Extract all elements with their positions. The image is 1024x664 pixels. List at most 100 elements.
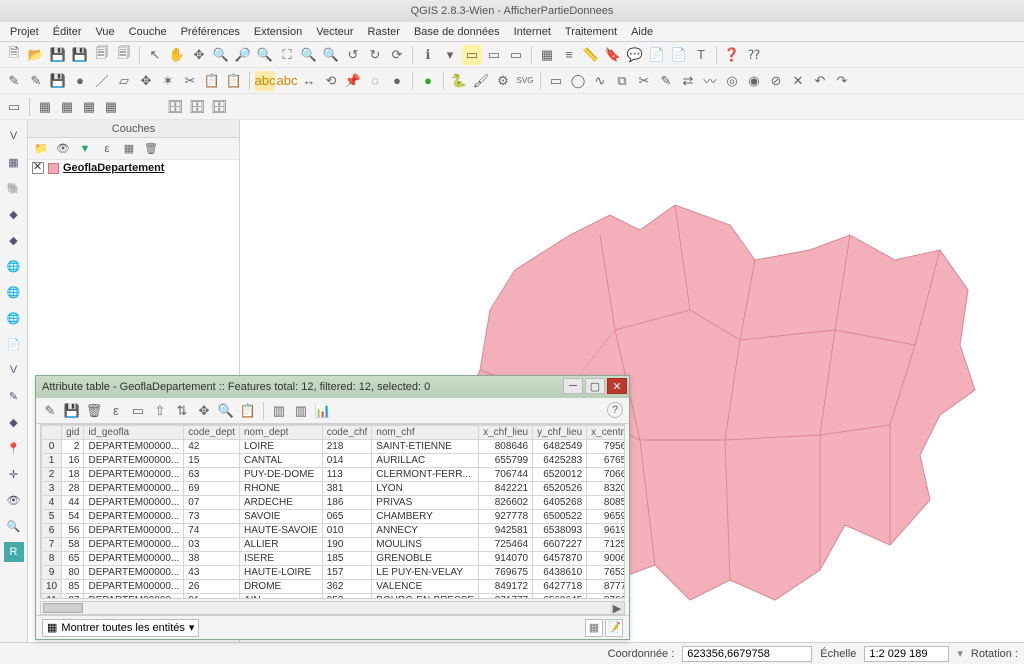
- column-header-code_dept[interactable]: code_dept: [184, 426, 240, 440]
- scroll-right-arrow-icon[interactable]: ▶: [610, 602, 624, 614]
- zoom-selection-icon[interactable]: 🔍: [299, 45, 319, 65]
- cell-code_dept[interactable]: 73: [184, 510, 240, 524]
- zoom-in-icon[interactable]: 🔍: [211, 45, 231, 65]
- db-manager-icon[interactable]: 🗄: [165, 97, 185, 117]
- cell-code_dept[interactable]: 42: [184, 440, 240, 454]
- column-header-code_chf[interactable]: code_chf: [322, 426, 372, 440]
- cell-nom_chf[interactable]: CHAMBERY: [372, 510, 479, 524]
- layer-remove-icon[interactable]: 🗑: [142, 140, 160, 158]
- cell-gid[interactable]: 16: [62, 454, 84, 468]
- column-header-gid[interactable]: gid: [62, 426, 84, 440]
- select-by-expr-table-icon[interactable]: ε: [106, 401, 126, 421]
- table-row[interactable]: 444DEPARTEM00000...07ARDECHE186PRIVAS826…: [42, 496, 626, 510]
- menu-vecteur[interactable]: Vecteur: [310, 24, 359, 40]
- table-row[interactable]: 116DEPARTEM00000...15CANTAL014AURILLAC65…: [42, 454, 626, 468]
- cell-code_dept[interactable]: 15: [184, 454, 240, 468]
- cell-y_chf_lieu[interactable]: 6520012: [533, 468, 587, 482]
- cell-nom_dept[interactable]: SAVOIE: [239, 510, 322, 524]
- deselect-icon[interactable]: ▭: [506, 45, 526, 65]
- digitize-curve-icon[interactable]: ∿: [590, 71, 610, 91]
- cell-x_chf_lieu[interactable]: 655799: [479, 454, 533, 468]
- column-header-x_centroid[interactable]: x_centroid: [587, 426, 625, 440]
- identify-arrow-icon[interactable]: ▾: [440, 45, 460, 65]
- cell-code_chf[interactable]: 010: [322, 524, 372, 538]
- svg-icon[interactable]: SVG: [515, 71, 535, 91]
- filter-combo[interactable]: ▦ Montrer toutes les entités ▾: [42, 619, 199, 637]
- cell-code_dept[interactable]: 74: [184, 524, 240, 538]
- cell-id_geofla[interactable]: DEPARTEM00000...: [84, 454, 184, 468]
- grass-region-icon[interactable]: ▭: [4, 97, 24, 117]
- add-delimited-text-icon[interactable]: 📄: [4, 334, 24, 354]
- cell-code_dept[interactable]: 69: [184, 482, 240, 496]
- open-project-icon[interactable]: 📂: [26, 45, 46, 65]
- edit-pencil-icon[interactable]: ✎: [4, 71, 24, 91]
- node-tool-icon[interactable]: ✶: [158, 71, 178, 91]
- layer-add-group-icon[interactable]: 📁: [32, 140, 50, 158]
- raster-calc-icon[interactable]: R: [4, 542, 24, 562]
- label-hide-icon[interactable]: ◌: [365, 71, 385, 91]
- cell-code_chf[interactable]: 190: [322, 538, 372, 552]
- cell-nom_dept[interactable]: LOIRE: [239, 440, 322, 454]
- cell-nom_chf[interactable]: LE PUY-EN-VELAY: [372, 566, 479, 580]
- column-header-nom_dept[interactable]: nom_dept: [239, 426, 322, 440]
- save-edits-table-icon[interactable]: 💾: [62, 401, 82, 421]
- cell-nom_chf[interactable]: ANNECY: [372, 524, 479, 538]
- db-query-icon[interactable]: 🗄: [187, 97, 207, 117]
- coord-input[interactable]: [682, 646, 812, 662]
- zoom-layer-icon[interactable]: 🔍: [321, 45, 341, 65]
- cell-id_geofla[interactable]: DEPARTEM00000...: [84, 510, 184, 524]
- add-virtual-layer-icon[interactable]: V: [4, 360, 24, 380]
- cell-x_centroid[interactable]: 877726: [587, 580, 625, 594]
- zoom-full-icon[interactable]: ⛶: [277, 45, 297, 65]
- cell-id_geofla[interactable]: DEPARTEM00000...: [84, 552, 184, 566]
- cell-y_chf_lieu[interactable]: 6405268: [533, 496, 587, 510]
- cell-y_chf_lieu[interactable]: 6482549: [533, 440, 587, 454]
- fillring-icon[interactable]: ◉: [744, 71, 764, 91]
- cell-x_centroid[interactable]: 765344: [587, 566, 625, 580]
- row-header[interactable]: 9: [42, 566, 62, 580]
- layer-visibility-icon[interactable]: 👁: [54, 140, 72, 158]
- cell-id_geofla[interactable]: DEPARTEM00000...: [84, 580, 184, 594]
- label-move-icon[interactable]: ↔: [299, 71, 319, 91]
- cell-x_chf_lieu[interactable]: 706744: [479, 468, 533, 482]
- cell-gid[interactable]: 56: [62, 524, 84, 538]
- settings-icon[interactable]: ⚙: [493, 71, 513, 91]
- cell-code_dept[interactable]: 26: [184, 580, 240, 594]
- metasearch-icon[interactable]: 🔍: [4, 516, 24, 536]
- add-wfs-layer-icon[interactable]: 🌐: [4, 308, 24, 328]
- cell-nom_chf[interactable]: SAINT-ETIENNE: [372, 440, 479, 454]
- row-header[interactable]: 10: [42, 580, 62, 594]
- field-calc-icon[interactable]: ≡: [559, 45, 579, 65]
- form-view-icon[interactable]: 📝: [605, 619, 623, 637]
- cell-gid[interactable]: 54: [62, 510, 84, 524]
- table-row[interactable]: 328DEPARTEM00000...69RHONE381LYON8422216…: [42, 482, 626, 496]
- add-wms-layer-icon[interactable]: 🌐: [4, 256, 24, 276]
- cell-x_centroid[interactable]: 795655: [587, 440, 625, 454]
- cell-nom_chf[interactable]: PRIVAS: [372, 496, 479, 510]
- add-raster-layer-icon[interactable]: ▦: [4, 152, 24, 172]
- cell-gid[interactable]: 87: [62, 594, 84, 600]
- edit-pencil2-icon[interactable]: ✎: [26, 71, 46, 91]
- coordinate-capture-icon[interactable]: ✛: [4, 464, 24, 484]
- cell-nom_chf[interactable]: LYON: [372, 482, 479, 496]
- whats-this-icon[interactable]: ⁇: [744, 45, 764, 65]
- label-abc-icon[interactable]: abc: [255, 71, 275, 91]
- cell-x_centroid[interactable]: 961914: [587, 524, 625, 538]
- context-help-icon[interactable]: ?: [607, 402, 623, 418]
- cell-id_geofla[interactable]: DEPARTEM00000...: [84, 524, 184, 538]
- help-icon[interactable]: ❓: [722, 45, 742, 65]
- simplify-icon[interactable]: 〰: [700, 71, 720, 91]
- paste-icon[interactable]: 📋: [224, 71, 244, 91]
- menu-aide[interactable]: Aide: [625, 24, 659, 40]
- scale-input[interactable]: [864, 646, 949, 662]
- cursor-icon[interactable]: ↖: [145, 45, 165, 65]
- zoom-next-icon[interactable]: ↻: [365, 45, 385, 65]
- toggle-edit-icon[interactable]: ✎: [40, 401, 60, 421]
- select-expr-icon[interactable]: ▭: [484, 45, 504, 65]
- pan-to-sel-icon[interactable]: ✥: [194, 401, 214, 421]
- cell-y_chf_lieu[interactable]: 6520526: [533, 482, 587, 496]
- cell-id_geofla[interactable]: DEPARTEM00000...: [84, 496, 184, 510]
- cell-code_chf[interactable]: 113: [322, 468, 372, 482]
- refresh-icon[interactable]: ⟳: [387, 45, 407, 65]
- cell-code_chf[interactable]: 157: [322, 566, 372, 580]
